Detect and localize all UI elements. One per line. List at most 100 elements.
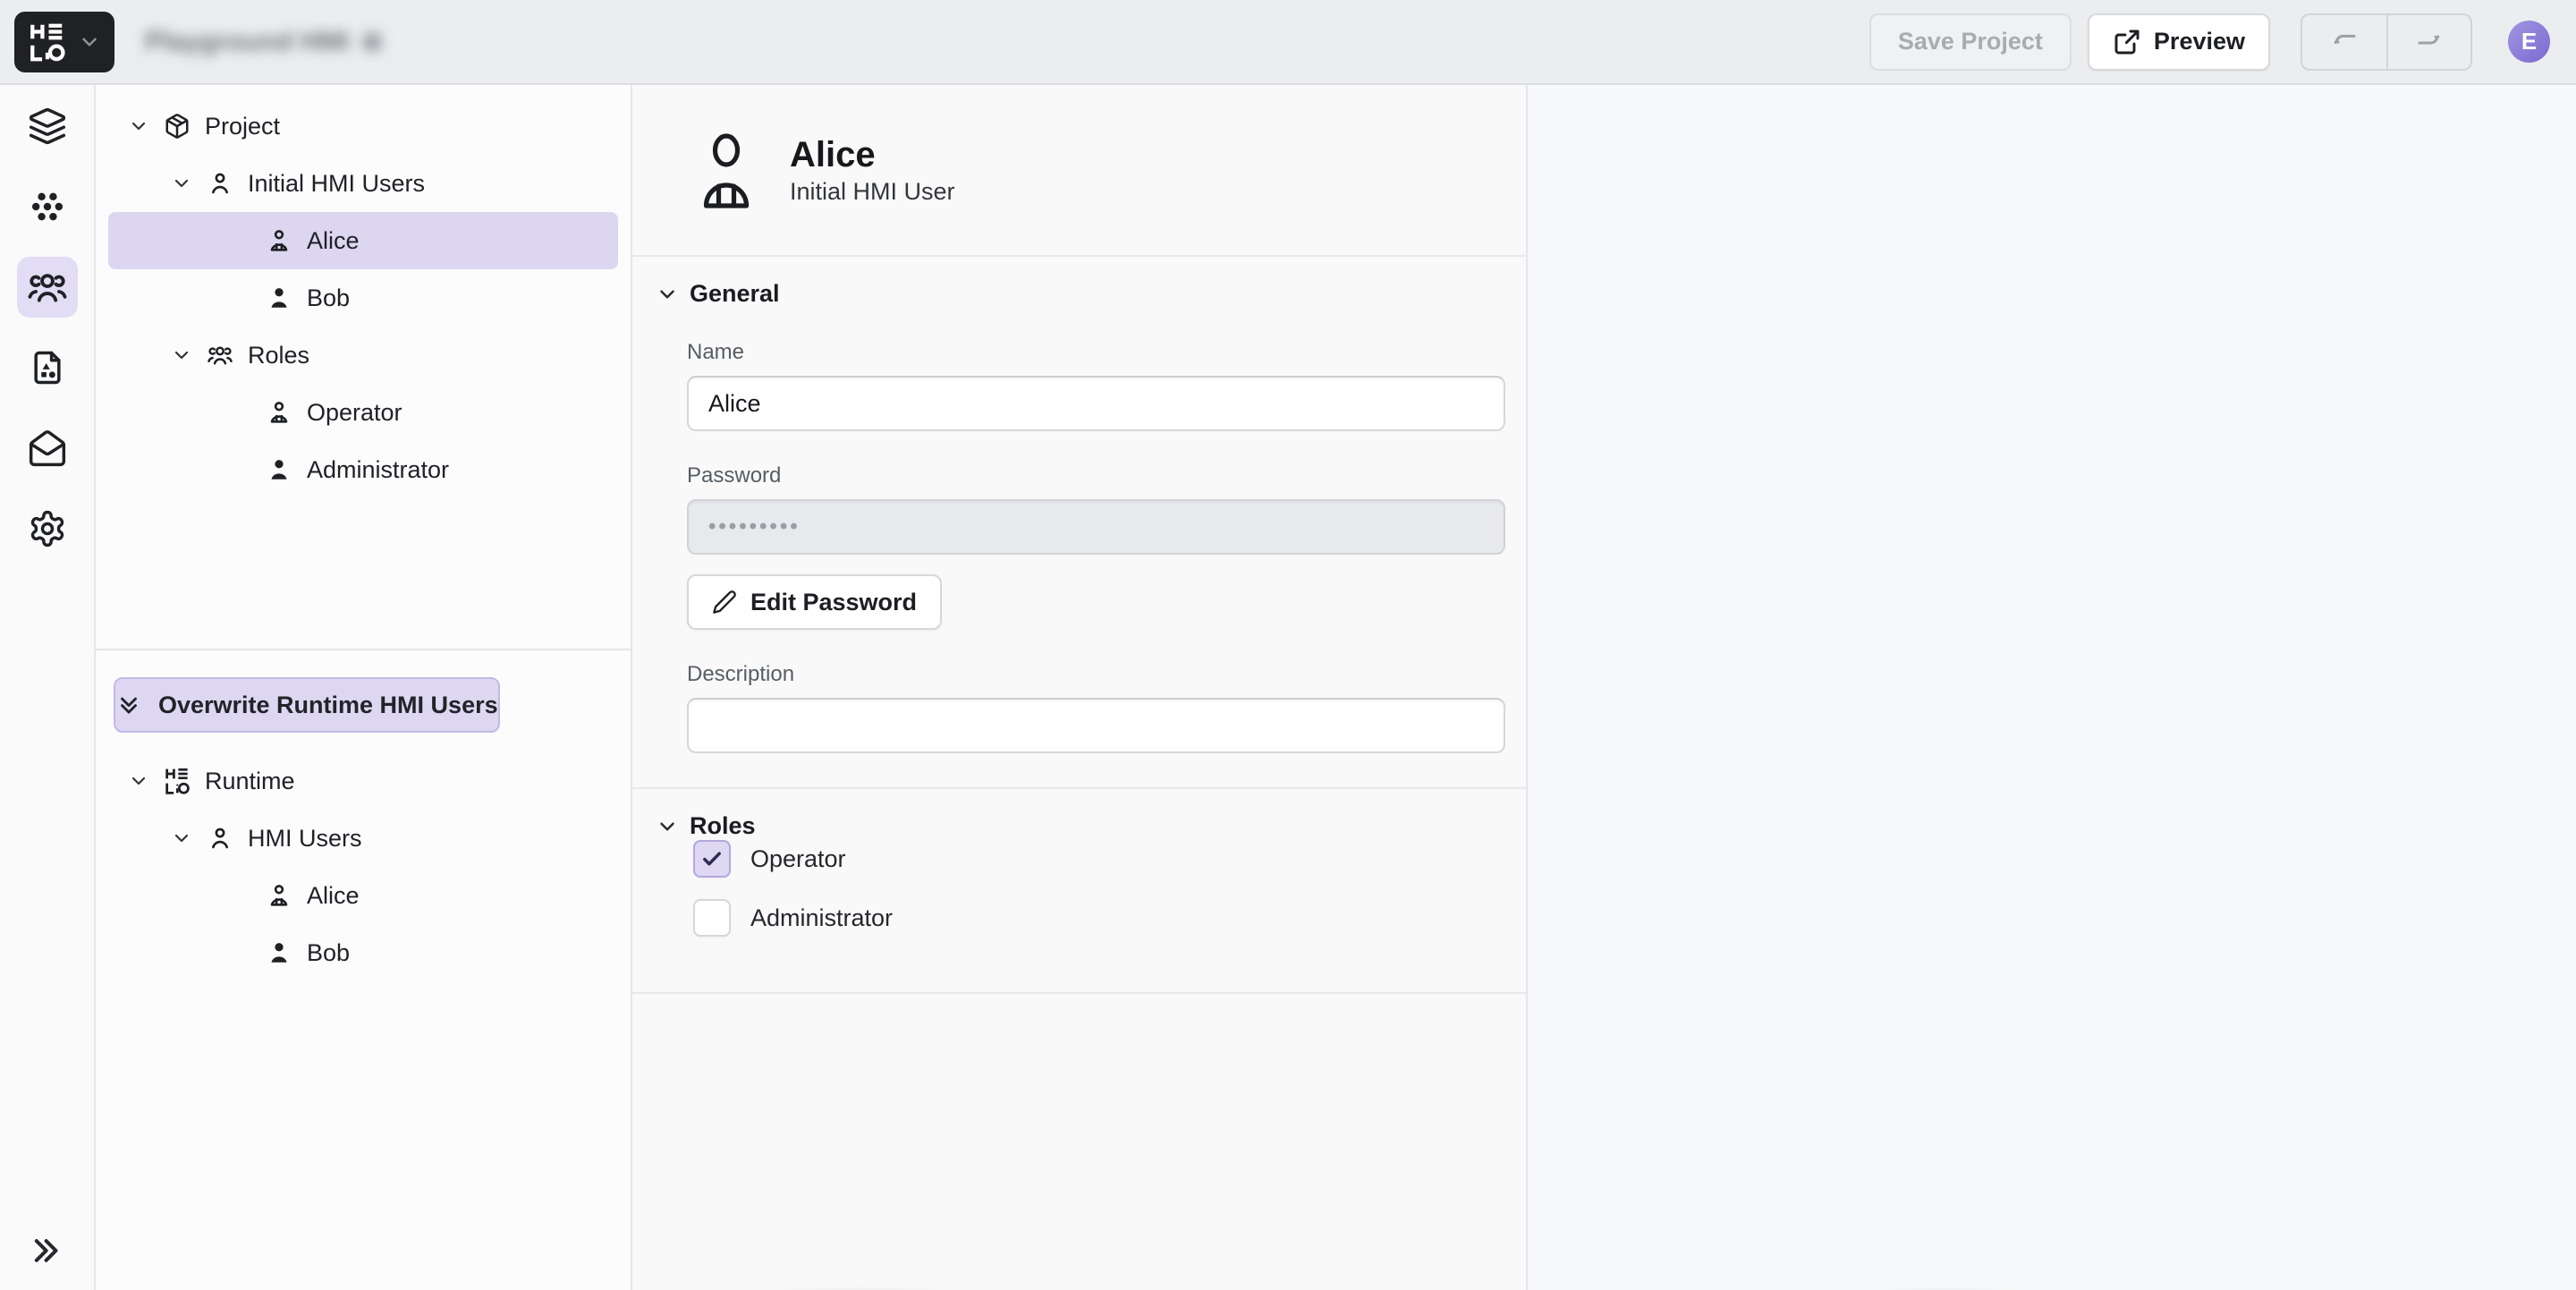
check-icon <box>699 846 724 871</box>
layers-icon <box>28 106 67 146</box>
chevron-down-icon <box>656 283 679 306</box>
tree-item-project[interactable]: Project <box>96 98 631 155</box>
undo-icon <box>2329 27 2360 57</box>
main-layout: Project Initial HMI Users Alice Bob Role… <box>0 85 2576 1290</box>
tree-item-label: Bob <box>307 939 350 967</box>
runtime-tree: Overwrite Runtime HMI Users Runtime <box>96 650 631 1290</box>
rail-item-assets[interactable] <box>17 337 78 398</box>
gear-icon <box>28 509 67 548</box>
tree-item-runtime-alice[interactable]: Alice <box>96 867 631 924</box>
dots-grid-icon <box>28 187 67 226</box>
rail-item-components[interactable] <box>17 176 78 237</box>
project-name[interactable]: Playground HMI <box>145 27 349 57</box>
detail-empty-area <box>632 994 1526 1290</box>
chevron-down-icon <box>78 30 101 54</box>
tree-item-roles[interactable]: Roles <box>96 327 631 384</box>
tree-item-label: Runtime <box>205 768 295 795</box>
tree-item-label: Alice <box>307 882 360 910</box>
redo-button[interactable] <box>2386 15 2470 69</box>
user-group-icon <box>207 342 248 369</box>
detail-header-text: Alice Initial HMI User <box>790 134 955 206</box>
user-solid-icon <box>266 284 307 311</box>
user-outline-icon <box>207 170 248 197</box>
detail-title: Alice <box>790 134 955 175</box>
password-label: Password <box>687 463 1504 488</box>
rail-item-settings[interactable] <box>17 498 78 559</box>
description-label: Description <box>687 662 1504 687</box>
redo-icon <box>2414 27 2445 57</box>
topbar: Playground HMI Save Project Preview E <box>0 0 2576 85</box>
tree-item-label: Operator <box>307 399 402 427</box>
rail-item-users[interactable] <box>17 257 78 318</box>
chevron-down-icon[interactable] <box>128 770 164 792</box>
password-input <box>687 499 1505 555</box>
rail-item-messages[interactable] <box>17 418 78 479</box>
project-name-badge <box>363 33 381 51</box>
edit-password-label: Edit Password <box>750 589 917 616</box>
tree-item-label: Project <box>205 113 280 140</box>
workspace-area <box>1528 85 2576 1290</box>
expand-sidebar-button[interactable] <box>27 1233 63 1269</box>
role-option-label: Operator <box>750 845 846 873</box>
save-project-button[interactable]: Save Project <box>1869 13 2072 71</box>
chevron-down-icon[interactable] <box>128 115 164 137</box>
detail-subtitle: Initial HMI User <box>790 177 955 206</box>
tree-item-label: Roles <box>248 342 309 369</box>
tree-item-hmi-users[interactable]: HMI Users <box>96 810 631 867</box>
overwrite-runtime-users-button[interactable]: Overwrite Runtime HMI Users <box>114 677 500 733</box>
chevron-down-icon[interactable] <box>171 173 207 194</box>
tree-item-label: Initial HMI Users <box>248 170 425 198</box>
roles-section-header[interactable]: Roles <box>656 812 1504 840</box>
name-input[interactable] <box>687 376 1505 431</box>
tree-item-administrator[interactable]: Administrator <box>96 441 631 498</box>
users-icon <box>27 267 68 308</box>
chevrons-down-icon <box>115 692 142 718</box>
tree-item-initial-hmi-users[interactable]: Initial HMI Users <box>96 155 631 212</box>
external-link-icon <box>2113 28 2141 56</box>
tree-item-runtime-bob[interactable]: Bob <box>96 924 631 981</box>
general-section-header[interactable]: General <box>656 280 1504 308</box>
preview-button-label: Preview <box>2154 28 2245 55</box>
user-outline-icon <box>207 825 248 852</box>
package-icon <box>164 113 205 140</box>
preview-button[interactable]: Preview <box>2088 13 2270 71</box>
project-tree: Project Initial HMI Users Alice Bob Role… <box>96 85 631 650</box>
administrator-checkbox[interactable] <box>693 899 731 937</box>
role-option-operator: Operator <box>693 840 1504 878</box>
user-badge-icon <box>266 882 307 909</box>
pencil-icon <box>712 590 737 615</box>
roles-section: Roles Operator Administrator <box>632 789 1526 994</box>
tree-item-bob[interactable]: Bob <box>96 269 631 327</box>
rail-item-layers[interactable] <box>17 96 78 157</box>
tree-panel: Project Initial HMI Users Alice Bob Role… <box>96 85 632 1290</box>
edit-password-button[interactable]: Edit Password <box>687 574 942 630</box>
chevron-down-icon[interactable] <box>171 344 207 366</box>
avatar[interactable]: E <box>2508 21 2550 63</box>
chevron-down-icon <box>656 815 679 838</box>
role-option-label: Administrator <box>750 904 893 932</box>
media-file-icon <box>28 348 67 387</box>
general-section: General Name Password Edit Password Desc… <box>632 257 1526 789</box>
user-badge-icon <box>266 399 307 426</box>
user-badge-large-icon <box>697 131 756 209</box>
tree-item-label: Alice <box>307 227 360 255</box>
user-badge-icon <box>266 227 307 254</box>
tree-item-label: Administrator <box>307 456 449 484</box>
tree-item-label: HMI Users <box>248 825 362 853</box>
description-input[interactable] <box>687 698 1505 753</box>
roles-section-title: Roles <box>690 812 756 840</box>
tree-item-runtime[interactable]: Runtime <box>96 752 631 810</box>
user-solid-icon <box>266 939 307 966</box>
operator-checkbox[interactable] <box>693 840 731 878</box>
tree-item-alice[interactable]: Alice <box>108 212 618 269</box>
detail-panel: Alice Initial HMI User General Name Pass… <box>632 85 1528 1290</box>
icon-rail <box>0 85 96 1290</box>
detail-header: Alice Initial HMI User <box>632 85 1526 257</box>
chevrons-right-icon <box>27 1233 63 1269</box>
role-option-administrator: Administrator <box>693 899 1504 937</box>
app-logo-menu[interactable] <box>14 12 114 72</box>
tree-item-operator[interactable]: Operator <box>96 384 631 441</box>
helio-logo-icon <box>28 21 69 63</box>
undo-button[interactable] <box>2302 15 2386 69</box>
chevron-down-icon[interactable] <box>171 827 207 849</box>
